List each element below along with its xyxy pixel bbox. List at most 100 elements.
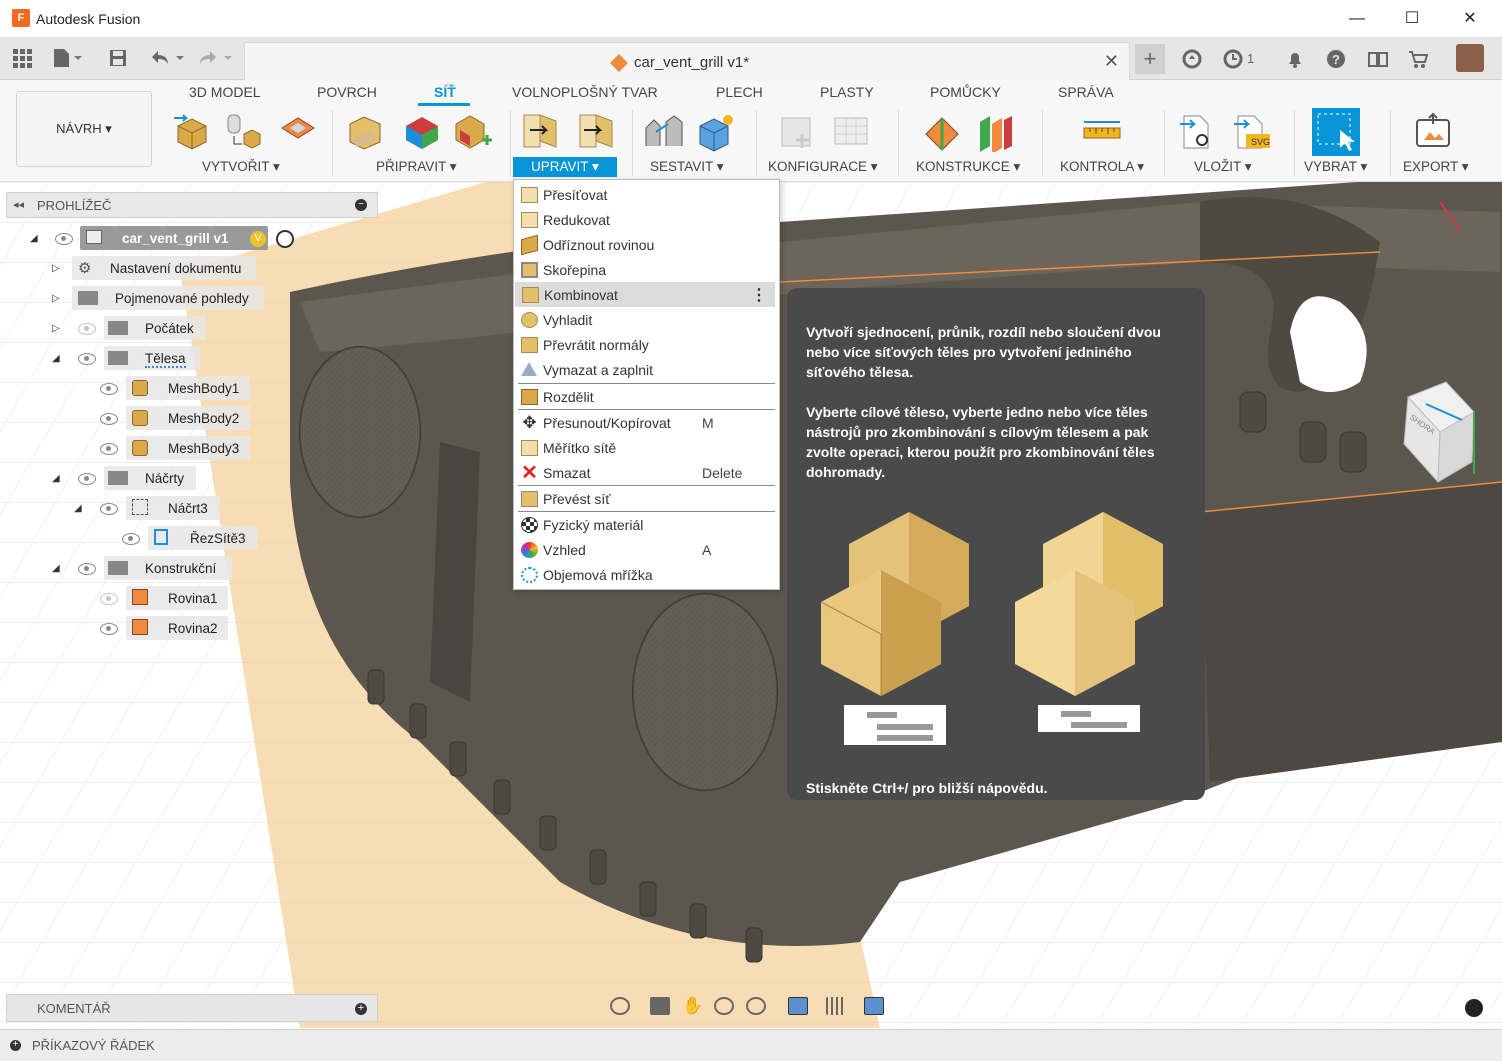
repair-icon[interactable] [346,112,386,152]
insert-mesh-icon[interactable] [172,112,212,152]
select-arrow-icon[interactable] [1312,108,1360,156]
menu-item-delete[interactable]: ✕ Smazat Delete [514,460,779,485]
group-configure-label[interactable]: KONFIGURACE ▾ [768,159,878,175]
data-panel-grid-icon[interactable] [10,48,34,70]
remesh-color-icon[interactable] [402,112,442,152]
joint-icon[interactable] [644,112,684,152]
activate-radio-icon[interactable] [276,230,294,248]
menu-item-move-copy[interactable]: ✥ Přesunout/Kopírovat M [514,410,779,435]
group-insert-label[interactable]: VLOŽIT ▾ [1194,159,1252,175]
collapse-panel-icon[interactable]: ◂◂ [13,198,24,211]
menu-item-smooth[interactable]: Vyhladit [514,307,779,332]
job-status-icon[interactable]: 1 [1222,48,1258,70]
group-create-label[interactable]: VYTVOŘIT ▾ [202,159,280,175]
group-select-label[interactable]: VYBRAT ▾ [1304,159,1367,175]
tessellate-icon[interactable] [224,112,264,152]
display-settings-icon[interactable] [788,997,808,1015]
export-icon[interactable] [1414,112,1454,152]
expand-triangle-icon[interactable]: ◢ [52,473,60,484]
menu-item-combine[interactable]: Kombinovat ⋮ [515,282,775,307]
visibility-eye-icon[interactable] [100,443,118,455]
expand-triangle-icon[interactable]: ◢ [52,563,60,574]
insert-svg-icon[interactable]: SVG [1232,112,1272,152]
orbit-icon[interactable] [610,997,630,1015]
menu-item-erase-fill[interactable]: Vymazat a zaplnit [514,357,779,382]
group-construct-label[interactable]: KONSTRUKCE ▾ [916,159,1020,175]
menu-item-reduce[interactable]: Redukovat [514,207,779,232]
look-at-icon[interactable] [650,997,670,1015]
visibility-eye-icon[interactable] [100,383,118,395]
expand-triangle-icon[interactable]: ◢ [74,503,82,514]
visibility-eye-icon[interactable] [122,533,140,545]
file-menu-icon[interactable] [52,48,82,70]
expand-triangle-icon[interactable]: ◢ [52,353,60,364]
maximize-button[interactable]: ☐ [1389,4,1435,34]
hidden-eye-icon[interactable] [100,593,118,605]
group-export-label[interactable]: EXPORT ▾ [1403,159,1469,175]
menu-item-shell[interactable]: Skořepina [514,257,779,282]
hidden-eye-icon[interactable] [78,323,96,335]
generate-face-groups-icon[interactable] [454,112,494,152]
new-tab-button[interactable]: + [1135,44,1165,74]
insert-link-icon[interactable] [1178,112,1218,152]
menu-item-separate[interactable]: Rozdělit [514,384,779,409]
tab-plasty[interactable]: PLASTY [820,84,874,100]
group-modify-label[interactable]: UPRAVIT ▾ [513,157,617,177]
sync-icon[interactable] [1180,48,1204,70]
configure-table-icon[interactable] [832,112,872,152]
minimize-button[interactable]: — [1334,4,1380,34]
visibility-eye-icon[interactable] [55,233,73,245]
create-face-group-icon[interactable] [278,112,318,152]
reduce-icon[interactable] [576,112,616,152]
visibility-eye-icon[interactable] [78,353,96,365]
group-inspect-label[interactable]: KONTROLA ▾ [1060,159,1144,175]
fit-icon[interactable] [746,997,766,1015]
menu-item-physical-material[interactable]: Fyzický materiál [514,512,779,537]
new-component-icon[interactable] [696,112,736,152]
learning-book-icon[interactable] [1366,48,1390,70]
store-cart-icon[interactable] [1406,48,1430,70]
redo-icon[interactable] [196,48,236,70]
expand-triangle-icon[interactable]: ▷ [52,263,60,274]
help-icon[interactable]: ? [1324,48,1348,70]
tab-povrch[interactable]: POVRCH [317,84,377,100]
viewports-icon[interactable] [864,997,884,1015]
workspace-switcher[interactable]: NÁVRH ▾ [16,91,152,167]
add-comment-icon[interactable]: + [355,1003,367,1015]
zoom-icon[interactable] [714,997,734,1015]
configure-parameter-icon[interactable] [778,112,818,152]
menu-item-plane-cut[interactable]: Odříznout rovinou [514,232,779,257]
menu-item-remesh[interactable]: Přesíťovat [514,182,779,207]
save-icon[interactable] [106,48,130,70]
visibility-eye-icon[interactable] [100,623,118,635]
group-prepare-label[interactable]: PŘIPRAVIT ▾ [376,159,457,175]
undo-icon[interactable] [148,48,188,70]
menu-item-reverse-normal[interactable]: Převrátit normály [514,332,779,357]
tab-volnoplosny-tvar[interactable]: VOLNOPLOŠNÝ TVAR [512,84,658,100]
expand-triangle-icon[interactable]: ◢ [30,233,38,244]
tab-pomucky[interactable]: POMŮCKY [930,84,1001,100]
offset-plane-icon[interactable] [922,112,962,152]
menu-item-convert-mesh[interactable]: Převést síť [514,486,779,511]
tab-sit[interactable]: SÍŤ [434,84,456,100]
visibility-eye-icon[interactable] [100,413,118,425]
comments-panel[interactable]: KOMENTÁŘ + [6,994,378,1022]
measure-icon[interactable] [1082,112,1122,152]
close-button[interactable]: ✕ [1447,4,1493,34]
visibility-eye-icon[interactable] [100,503,118,515]
document-tab-close-icon[interactable]: ✕ [1104,51,1119,72]
browser-options-icon[interactable]: − [355,199,367,211]
group-assemble-label[interactable]: SESTAVIT ▾ [650,159,724,175]
grid-settings-icon[interactable] [826,997,846,1015]
expand-triangle-icon[interactable]: ▷ [52,293,60,304]
pan-hand-icon[interactable]: ✋ [682,997,703,1015]
tab-sprava[interactable]: SPRÁVA [1058,84,1114,100]
command-line-bar[interactable]: + PŘÍKAZOVÝ ŘÁDEK [0,1029,1502,1061]
menu-item-appearance[interactable]: Vzhled A [514,537,779,562]
document-tab[interactable]: car_vent_grill v1* ✕ [244,42,1130,80]
tab-plech[interactable]: PLECH [716,84,763,100]
expand-command-line-icon[interactable]: + [10,1040,21,1051]
notifications-bell-icon[interactable] [1283,48,1307,70]
visibility-eye-icon[interactable] [78,473,96,485]
more-options-icon[interactable]: ⋮ [751,285,767,305]
